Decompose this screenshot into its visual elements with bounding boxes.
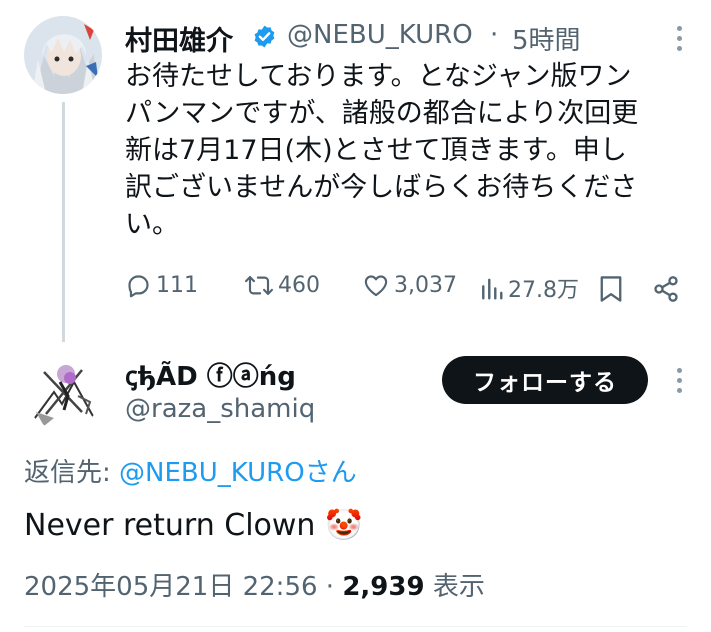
reply-author-name[interactable]: ꞔђÃD ⓕⓐńg [125, 356, 296, 393]
thread-line [62, 102, 65, 342]
reply-count: 111 [156, 273, 198, 298]
author-avatar[interactable] [24, 16, 102, 94]
replying-to-prefix: 返信先: [24, 458, 120, 488]
reply-meta: 2025年05月21日 22:56 · 2,939 表示 [24, 566, 485, 603]
reply-author-avatar[interactable] [24, 352, 102, 430]
divider [24, 626, 687, 627]
replying-to: 返信先: @NEBU_KUROさん [24, 452, 357, 489]
views-button[interactable]: 27.8万 [480, 272, 579, 304]
reply-icon [125, 272, 152, 299]
share-icon[interactable] [652, 275, 680, 307]
tweet-text-line: 訳ございませんが今しばらくお待ちくださ [125, 172, 638, 203]
views-count: 27.8万 [508, 278, 579, 303]
views-icon [480, 275, 504, 302]
tweet-text-line: い。 [125, 209, 179, 240]
like-button[interactable]: 3,037 [362, 272, 457, 299]
like-count: 3,037 [394, 273, 457, 298]
repost-button[interactable]: 460 [244, 272, 320, 299]
repost-icon [244, 272, 274, 299]
replying-to-link[interactable]: @NEBU_KUROさん [119, 458, 357, 488]
clown-emoji: 🤡 [324, 508, 363, 543]
reply-timestamp[interactable]: 2025年05月21日 22:56 [24, 572, 318, 602]
like-icon [362, 272, 390, 299]
tweet-time[interactable]: 5時間 [512, 20, 581, 57]
reply-author-handle[interactable]: @raza_shamiq [125, 394, 315, 424]
tweet-text-line: お待たせしております。となジャン版ワン [125, 61, 632, 92]
reply-button[interactable]: 111 [125, 272, 198, 299]
follow-button[interactable]: フォローする [442, 356, 648, 404]
author-handle[interactable]: @NEBU_KURO [287, 20, 473, 50]
repost-count: 460 [278, 273, 320, 298]
tweet-text-line: パンマンですが、諸般の都合により次回更 [125, 98, 639, 129]
reply-text-content: Never return Clown [24, 508, 316, 543]
author-name[interactable]: 村田雄介 [125, 19, 233, 58]
tweet-text-line: 新は7月17日(木)とさせて頂きます。申し [125, 135, 627, 166]
more-icon[interactable] [677, 26, 683, 56]
reply-view-count: 2,939 [342, 572, 425, 602]
separator-dot: · [325, 572, 335, 602]
tweet-text: お待たせしております。となジャン版ワン パンマンですが、諸般の都合により次回更 … [125, 58, 705, 243]
more-icon[interactable] [677, 368, 683, 398]
bookmark-icon[interactable] [598, 274, 624, 308]
reply-text: Never return Clown 🤡 [24, 508, 362, 543]
separator-dot: · [490, 20, 499, 50]
reply-view-label: 表示 [432, 572, 485, 602]
verified-badge-icon [252, 24, 277, 49]
